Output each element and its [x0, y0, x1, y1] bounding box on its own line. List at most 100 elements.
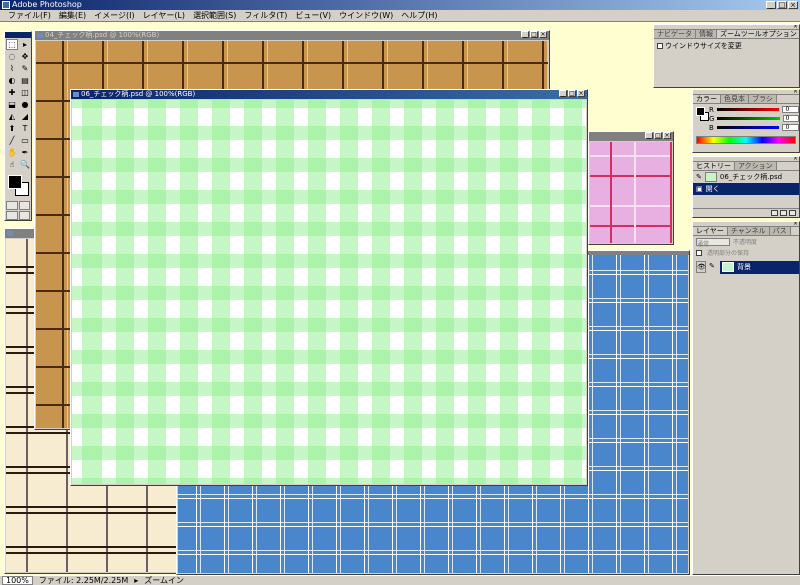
tab-swatches[interactable]: 色見本 — [721, 95, 749, 103]
foreground-color-swatch[interactable] — [8, 175, 22, 189]
document-canvas[interactable] — [590, 142, 672, 243]
document-title-bar[interactable]: 06_チェック柄.psd @ 100%(RGB) _ □ × — [71, 90, 587, 99]
layer-row-background[interactable]: 👁 ✎ 背景 — [693, 260, 799, 274]
document-close-button[interactable]: × — [663, 132, 671, 139]
palette-close-icon[interactable]: × — [793, 222, 798, 227]
tab-navigator[interactable]: ナビゲータ — [654, 30, 696, 38]
dodge-tool-icon[interactable]: ● — [19, 99, 31, 110]
tab-brushes[interactable]: ブラシ — [749, 95, 777, 103]
zoom-tool-icon[interactable]: 🔍 — [19, 159, 31, 170]
smudge-tool-icon[interactable]: ◫ — [19, 87, 31, 98]
tab-color[interactable]: カラー — [693, 95, 721, 103]
new-document-icon[interactable] — [771, 210, 778, 216]
zoom-level-field[interactable]: 100% — [2, 576, 33, 585]
pen-tool-icon[interactable]: ◭ — [6, 111, 18, 122]
snapshot-thumbnail — [704, 172, 717, 182]
palette-drag-bar[interactable]: × — [693, 157, 799, 162]
menu-help[interactable]: ヘルプ(H) — [397, 10, 441, 21]
standard-mode-icon[interactable] — [6, 201, 18, 210]
document-maximize-button[interactable]: □ — [654, 132, 662, 139]
zoom-options-body: ウインドウサイズを変更 — [654, 39, 799, 53]
minimize-button[interactable]: _ — [766, 1, 776, 9]
menu-view[interactable]: ビュー(V) — [291, 10, 335, 21]
menu-layer[interactable]: レイヤー(L) — [139, 10, 189, 21]
slider-b-track[interactable] — [716, 126, 780, 129]
document-title-bar[interactable]: _ □ × — [589, 132, 673, 141]
slider-r-value[interactable]: 0 — [782, 106, 799, 113]
menu-edit[interactable]: 編集(E) — [55, 10, 90, 21]
eyedropper-tool-icon[interactable]: ✒ — [19, 147, 31, 158]
pencil-tool-icon[interactable]: ✎ — [19, 63, 31, 74]
close-button[interactable]: × — [788, 1, 798, 9]
rubber-stamp-tool-icon[interactable]: ◐ — [6, 75, 18, 86]
app-title: Adobe Photoshop — [12, 0, 82, 9]
full-screen-icon[interactable] — [18, 211, 30, 220]
document-window-pink-check[interactable]: _ □ × — [588, 131, 674, 245]
palette-close-icon[interactable]: × — [793, 90, 798, 95]
document-minimize-button[interactable]: _ — [645, 132, 653, 139]
gradient-tool-icon[interactable]: ◢ — [19, 111, 31, 122]
move-tool-icon[interactable]: ▸ — [19, 39, 31, 50]
document-maximize-button[interactable]: □ — [530, 31, 538, 38]
preserve-transparency-checkbox[interactable] — [696, 249, 702, 256]
history-snapshot[interactable]: ✎ 06_チェック柄.psd — [693, 171, 799, 183]
menu-bar: ファイル(F) 編集(E) イメージ(I) レイヤー(L) 選択範囲(S) フィ… — [0, 10, 800, 22]
document-title-bar[interactable]: 04_チェック柄.psd @ 100%(RGB) _ □ × — [35, 31, 549, 40]
menu-file[interactable]: ファイル(F) — [4, 10, 55, 21]
blend-mode-select[interactable]: 通常 — [696, 237, 730, 248]
layer-selected[interactable]: 背景 — [720, 260, 799, 274]
standard-screen-icon[interactable] — [6, 211, 18, 220]
palette-close-icon[interactable]: × — [793, 157, 798, 162]
eraser-tool-icon[interactable]: ✚ — [6, 87, 18, 98]
blur-tool-icon[interactable]: ⬓ — [6, 99, 18, 110]
tab-zoom-options[interactable]: ズームツールオプション — [717, 30, 799, 38]
slider-b-value[interactable]: 0 — [782, 124, 799, 131]
measure-tool-icon[interactable]: ☝ — [6, 159, 18, 170]
document-minimize-button[interactable]: _ — [521, 31, 529, 38]
tab-info[interactable]: 情報 — [696, 30, 717, 38]
eye-icon[interactable]: 👁 — [696, 261, 706, 273]
menu-window[interactable]: ウインドウ(W) — [335, 10, 397, 21]
delete-state-icon[interactable] — [789, 210, 796, 216]
color-spectrum-bar[interactable] — [696, 136, 796, 144]
new-snapshot-icon[interactable] — [780, 210, 787, 216]
menu-image[interactable]: イメージ(I) — [90, 10, 138, 21]
palette-drag-bar[interactable]: × — [693, 222, 799, 227]
document-close-button[interactable]: × — [577, 90, 585, 97]
color-foreground-swatch[interactable] — [696, 107, 705, 116]
lasso-tool-icon[interactable]: ◌ — [6, 51, 18, 62]
line-tool-icon[interactable]: ╱ — [6, 135, 18, 146]
airbrush-tool-icon[interactable]: ⌇ — [6, 63, 18, 74]
tab-layers[interactable]: レイヤー — [693, 227, 728, 235]
palette-drag-bar[interactable]: × — [693, 90, 799, 95]
magic-wand-tool-icon[interactable]: ✥ — [19, 51, 31, 62]
resize-window-checkbox[interactable] — [657, 43, 663, 49]
type-tool-icon[interactable]: T — [19, 123, 31, 134]
document-close-button[interactable]: × — [539, 31, 547, 38]
document-window-green-check[interactable]: 06_チェック柄.psd @ 100%(RGB) _ □ × — [70, 89, 588, 486]
slider-g-track[interactable] — [717, 117, 780, 120]
file-size-info[interactable]: ファイル: 2.25M/2.25M — [39, 576, 128, 585]
marquee-tool-icon[interactable]: ⬚ — [6, 39, 18, 50]
tab-actions[interactable]: アクション — [735, 162, 777, 170]
palette-drag-bar[interactable]: × — [654, 25, 799, 30]
path-select-tool-icon[interactable]: ⬆ — [6, 123, 18, 134]
history-brush-tool-icon[interactable]: ▤ — [19, 75, 31, 86]
paint-bucket-tool-icon[interactable]: ▭ — [19, 135, 31, 146]
palette-close-icon[interactable]: × — [793, 25, 798, 30]
document-minimize-button[interactable]: _ — [559, 90, 567, 97]
slider-g-value[interactable]: 0 — [782, 115, 799, 122]
quick-mask-mode-icon[interactable] — [18, 201, 30, 210]
maximize-button[interactable]: □ — [777, 1, 787, 9]
slider-r-track[interactable] — [716, 108, 780, 111]
menu-select[interactable]: 選択範囲(S) — [189, 10, 240, 21]
history-step[interactable]: ▣ 開く — [693, 183, 799, 195]
document-maximize-button[interactable]: □ — [568, 90, 576, 97]
menu-filter[interactable]: フィルタ(T) — [240, 10, 291, 21]
history-brush-source-icon[interactable]: ✎ — [696, 173, 702, 181]
document-canvas[interactable] — [72, 100, 586, 484]
tab-history[interactable]: ヒストリー — [693, 162, 735, 170]
hand-tool-icon[interactable]: ✋ — [6, 147, 18, 158]
tab-paths[interactable]: パス — [769, 227, 791, 235]
tab-channels[interactable]: チャンネル — [727, 227, 770, 235]
